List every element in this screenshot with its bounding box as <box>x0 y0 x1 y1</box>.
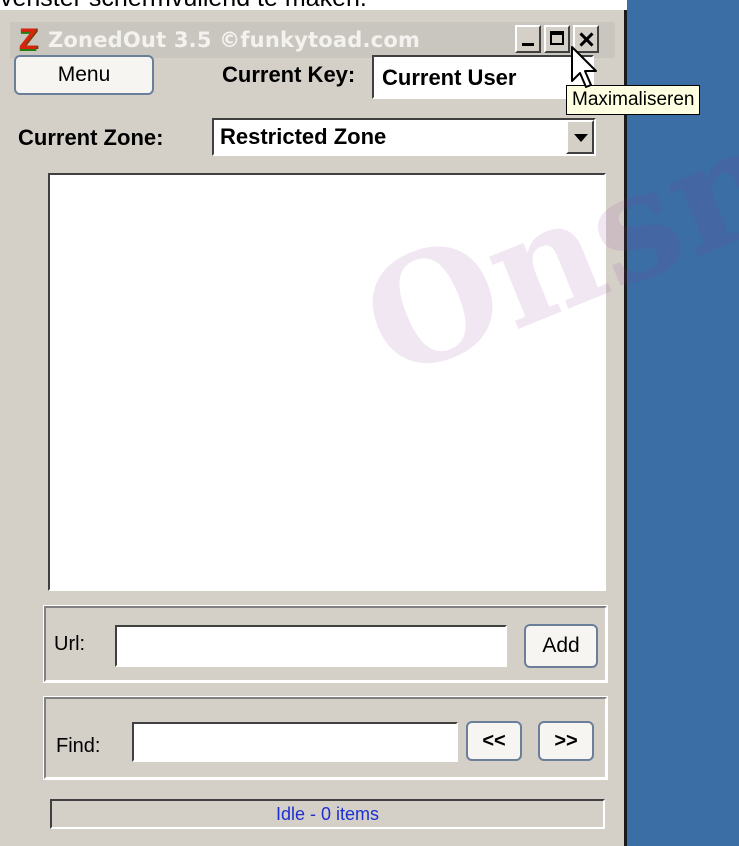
menu-button[interactable]: Menu <box>14 55 154 95</box>
mouse-cursor-icon <box>571 46 597 88</box>
find-next-button[interactable]: >> <box>538 721 594 761</box>
current-zone-value: Restricted Zone <box>220 124 387 149</box>
current-zone-select[interactable]: Restricted Zone <box>212 118 596 156</box>
find-previous-button[interactable]: << <box>466 721 522 761</box>
zone-items-list[interactable] <box>48 173 606 591</box>
status-bar: Idle - 0 items <box>50 799 605 829</box>
url-input[interactable] <box>115 625 507 667</box>
add-button[interactable]: Add <box>524 624 598 668</box>
current-key-label: Current Key: <box>222 62 356 87</box>
chevron-down-icon[interactable] <box>566 120 594 154</box>
current-key-field[interactable]: Current User <box>372 55 594 99</box>
find-label: Find: <box>56 735 101 757</box>
desktop-background <box>627 0 739 846</box>
url-label: Url: <box>54 633 86 655</box>
current-zone-label: Current Zone: <box>18 125 164 150</box>
find-input[interactable] <box>132 722 458 762</box>
title-bar[interactable]: Z ZonedOut 3.5 ©funkytoad.com <box>10 22 615 58</box>
maximize-button[interactable] <box>544 25 570 53</box>
minimize-button[interactable] <box>515 25 541 53</box>
app-logo-icon: Z <box>18 23 38 56</box>
window-title: ZonedOut 3.5 ©funkytoad.com <box>48 28 421 52</box>
caption-text: venster schermvullend te maken. <box>0 0 625 10</box>
